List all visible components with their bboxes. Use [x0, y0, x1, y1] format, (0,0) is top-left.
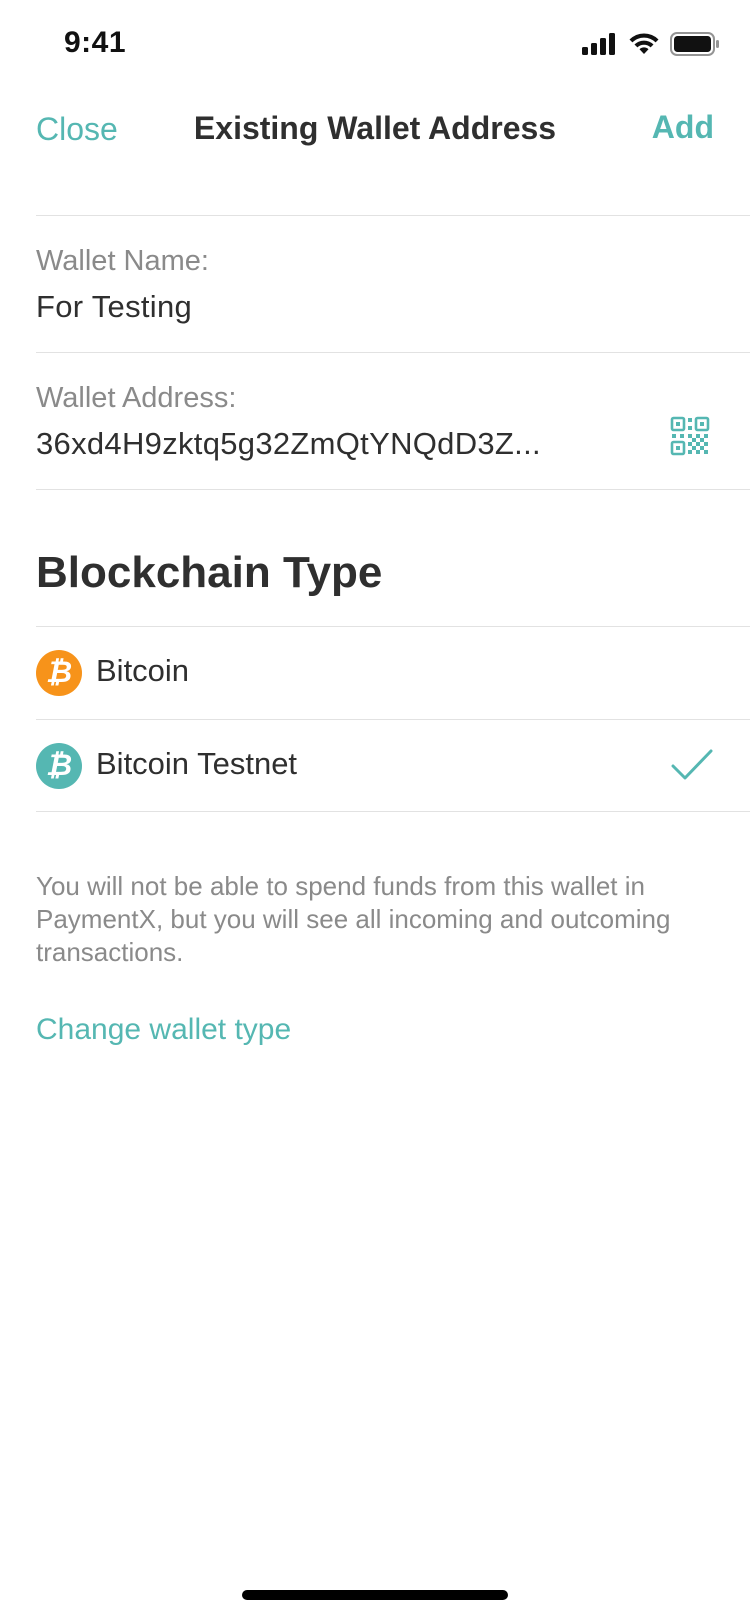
bitcoin-icon: ₿ — [36, 650, 82, 696]
add-button[interactable]: Add — [652, 109, 714, 146]
status-icons — [582, 32, 720, 56]
blockchain-option-bitcoin-testnet[interactable]: ₿ Bitcoin Testnet — [36, 719, 750, 813]
battery-icon — [670, 32, 719, 56]
wallet-name-value[interactable]: For Testing — [36, 289, 192, 325]
qr-code-icon[interactable] — [670, 416, 710, 456]
status-bar: 9:41 — [0, 0, 750, 88]
blockchain-option-label: Bitcoin — [96, 653, 190, 688]
home-indicator[interactable] — [242, 1590, 508, 1600]
nav-bar: Close Existing Wallet Address Add — [0, 88, 750, 176]
wallet-address-value[interactable]: 36xd4H9zktq5g32ZmQtYNQdD3Z... — [36, 426, 541, 462]
wallet-name-label: Wallet Name: — [36, 245, 209, 277]
status-time: 9:41 — [64, 26, 127, 59]
section-title-blockchain-type: Blockchain Type — [36, 548, 383, 597]
info-text: You will not be able to spend funds from… — [36, 871, 671, 967]
divider — [36, 811, 750, 812]
change-wallet-type-link[interactable]: Change wallet type — [36, 1013, 291, 1047]
blockchain-option-label: Bitcoin Testnet — [96, 746, 298, 781]
cellular-signal-icon — [582, 33, 615, 55]
page-title: Existing Wallet Address — [193, 110, 557, 146]
wallet-address-label: Wallet Address: — [36, 382, 237, 414]
divider — [36, 215, 750, 216]
bitcoin-testnet-icon: ₿ — [36, 743, 82, 789]
divider — [36, 489, 750, 490]
divider — [36, 352, 750, 353]
blockchain-option-bitcoin[interactable]: ₿ Bitcoin — [36, 626, 750, 720]
wifi-icon — [629, 33, 659, 54]
checkmark-icon — [671, 749, 713, 780]
